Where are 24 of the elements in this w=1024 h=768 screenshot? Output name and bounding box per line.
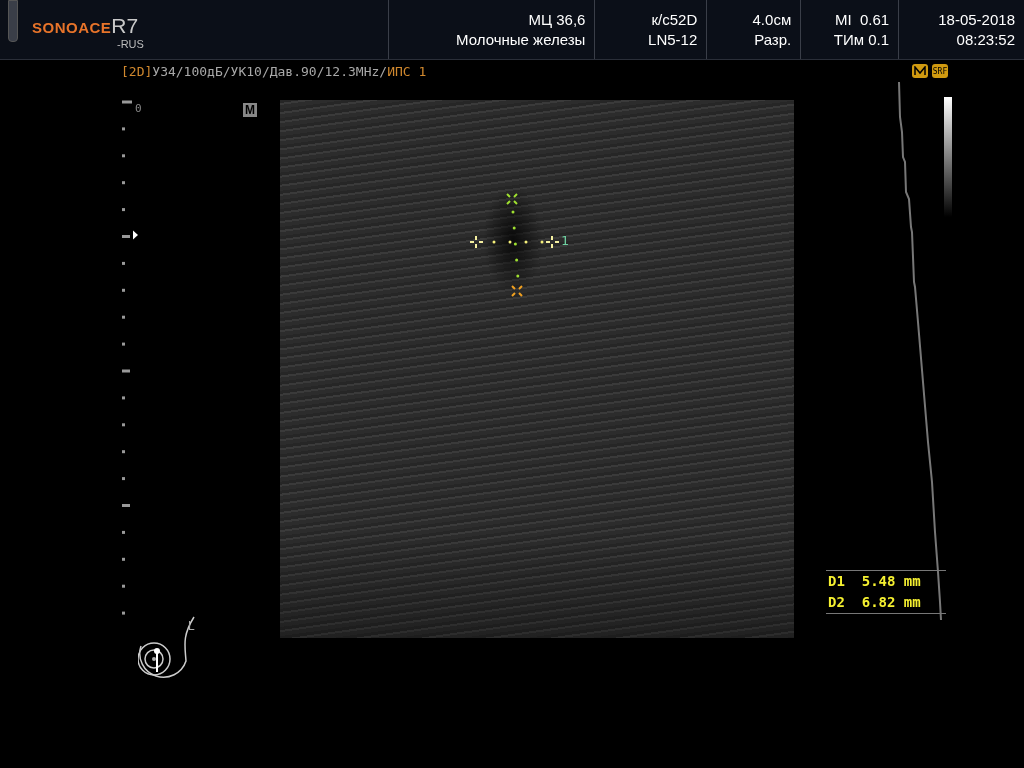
- model-variant: -RUS: [117, 38, 145, 50]
- scan-parameters: УЗ4/100дБ/УК10/Дав.90/12.3MHz/: [152, 63, 388, 79]
- header-value: к/с52D: [651, 10, 698, 29]
- model-name: R7: [111, 14, 139, 38]
- mode-marker: M: [243, 103, 257, 117]
- depth-label: 0: [135, 102, 142, 115]
- scroll-handle: [8, 0, 18, 42]
- waveform-icon: [912, 64, 928, 78]
- preset-label: ИПС 1: [387, 63, 427, 79]
- header-value: 4.0см: [752, 10, 792, 29]
- srf-badge: SRF: [932, 64, 948, 78]
- header-value: Молочные железы: [456, 30, 586, 49]
- mode-label: [2D]: [121, 63, 153, 79]
- header-value: MI 0.61: [834, 10, 890, 29]
- measurement-result: D1 5.48 mm: [827, 572, 922, 591]
- header-value: 08:23:52: [956, 30, 1015, 49]
- header-value: LN5-12: [648, 30, 698, 49]
- measurement-marker: 1: [561, 233, 569, 248]
- brand-logo: SONOACE: [32, 19, 112, 36]
- header-value: Разр.: [754, 30, 792, 49]
- header-value: 18-05-2018: [938, 10, 1015, 29]
- measurement-result: D2 6.82 mm: [827, 593, 922, 612]
- header-value: ТИм 0.1: [833, 30, 890, 49]
- header-value: МЦ 36,6: [528, 10, 586, 29]
